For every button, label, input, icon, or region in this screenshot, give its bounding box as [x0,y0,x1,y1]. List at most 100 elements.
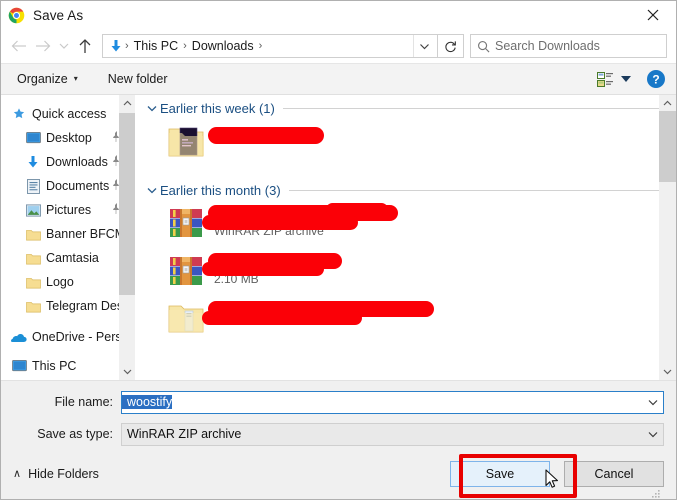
sidebar-item-desktop[interactable]: Desktop [1,126,135,150]
list-item[interactable]: WinRAR ZIP archive [136,203,676,251]
file-meta [202,301,676,325]
new-folder-button[interactable]: New folder [104,67,172,91]
recent-locations-button[interactable] [55,33,73,59]
sidebar-item-camtasia[interactable]: Camtasia [1,246,135,270]
sidebar-item-logo[interactable]: Logo [1,270,135,294]
search-input[interactable]: Search Downloads [470,34,667,58]
sidebar-item-this-pc[interactable]: This PC [1,354,135,378]
group-header-earlier-this-month[interactable]: Earlier this month (3) [136,177,676,203]
sidebar-item-onedrive[interactable]: OneDrive - Person [1,325,135,349]
group-header-earlier-this-week[interactable]: Earlier this week (1) [136,95,676,121]
file-list-scroll-track[interactable] [659,111,676,364]
sidebar-item-label: Camtasia [46,251,99,265]
sidebar-scroll-thumb[interactable] [119,113,135,296]
sidebar-item-banner-bfcm[interactable]: Banner BFCM 20 [1,222,135,246]
file-meta: WinRAR ZIP archive [202,203,676,238]
downloads-arrow-icon [108,38,124,54]
scroll-up-icon[interactable] [660,95,676,111]
resize-grip[interactable] [651,486,661,498]
file-list-scroll-thumb[interactable] [659,111,676,182]
view-layout-icon[interactable] [594,69,616,89]
view-dropdown-icon[interactable] [616,75,636,83]
desktop-icon [9,359,29,373]
scroll-down-icon[interactable] [660,364,676,380]
sidebar-scrollbar[interactable] [119,95,135,380]
breadcrumb-dropdown-icon[interactable] [413,35,435,57]
breadcrumb-this-pc[interactable]: This PC [130,39,182,53]
save-button[interactable]: Save [450,460,550,487]
chevron-down-icon[interactable] [144,105,160,112]
filename-dropdown-icon[interactable] [642,392,663,413]
star-pin-icon [9,107,29,121]
redaction-mark [326,203,388,216]
sidebar-item-downloads[interactable]: Downloads [1,150,135,174]
filetype-value: WinRAR ZIP archive [127,427,242,441]
title-bar: Save As [1,1,676,29]
hide-folders-button[interactable]: ∧ Hide Folders [13,467,99,481]
hide-folders-label: Hide Folders [28,466,99,481]
cancel-label: Cancel [594,466,634,481]
document-icon [23,178,43,194]
breadcrumb-separator: › [258,40,263,52]
chevron-down-icon[interactable] [144,187,160,194]
scroll-down-icon[interactable] [119,364,135,380]
help-button[interactable]: ? [644,67,668,91]
sidebar-item-documents[interactable]: Documents [1,174,135,198]
sidebar-item-label: Documents [46,179,110,193]
chevron-down-icon: ▾ [73,74,78,83]
folder-icon [23,300,43,313]
command-toolbar: Organize ▾ New folder ? [1,63,676,95]
back-button[interactable] [7,33,31,59]
sidebar-item-telegram-desktop[interactable]: Telegram Deskto [1,294,135,318]
pictures-icon [23,203,43,217]
winrar-archive-icon [166,207,206,241]
save-label: Save [485,466,515,481]
window-title: Save As [33,7,84,23]
search-icon [471,40,495,53]
save-as-dialog: Save As › This PC › Downloads › Search D… [0,0,677,500]
up-button[interactable] [73,33,97,59]
filetype-row: Save as type: WinRAR ZIP archive [13,421,664,447]
list-item[interactable] [136,121,676,169]
new-folder-label: New folder [107,72,168,86]
chrome-icon [8,7,25,24]
breadcrumb-downloads[interactable]: Downloads [188,39,258,53]
list-item[interactable]: 2.10 MB [136,251,676,299]
sidebar-item-label: Downloads [46,155,108,169]
sidebar-item-label: Quick access [32,107,107,121]
filename-row: File name: woostify [13,389,664,415]
redaction-mark [202,311,362,325]
svg-text:?: ? [652,73,659,87]
forward-button[interactable] [31,33,55,59]
organize-label: Organize [17,72,68,86]
filetype-label: Save as type: [37,427,113,441]
close-icon[interactable] [630,1,676,29]
refresh-icon[interactable] [438,34,464,58]
file-meta: 2.10 MB [202,253,676,286]
mouse-cursor [545,469,560,496]
chevron-up-icon: ∧ [13,468,22,480]
downloads-arrow-icon [23,155,43,169]
sidebar-item-label: Logo [46,275,74,289]
sidebar-scroll-track[interactable] [119,111,135,364]
list-item[interactable] [136,299,676,347]
redaction-mark [208,127,324,144]
sidebar-item-label: Desktop [46,131,92,145]
search-placeholder: Search Downloads [495,39,600,53]
sidebar-item-pictures[interactable]: Pictures [1,198,135,222]
dialog-body: Quick access Desktop Downloads Documents… [1,95,676,380]
folder-icon [23,276,43,289]
save-form: File name: woostify Save as type: WinRAR… [1,380,676,499]
redaction-mark [202,215,358,230]
organize-button[interactable]: Organize ▾ [13,67,82,91]
file-list[interactable]: Earlier this week (1) Earlier this month… [135,95,676,380]
filetype-select[interactable]: WinRAR ZIP archive [121,422,664,446]
sidebar-item-quick-access[interactable]: Quick access [1,102,135,126]
filename-input[interactable]: woostify [121,390,664,414]
navigation-sidebar: Quick access Desktop Downloads Documents… [1,95,135,380]
scroll-up-icon[interactable] [119,95,135,111]
breadcrumb[interactable]: › This PC › Downloads › [102,34,438,58]
file-list-scrollbar[interactable] [659,95,676,380]
cancel-button[interactable]: Cancel [564,460,664,487]
filetype-dropdown-icon[interactable] [642,424,663,445]
